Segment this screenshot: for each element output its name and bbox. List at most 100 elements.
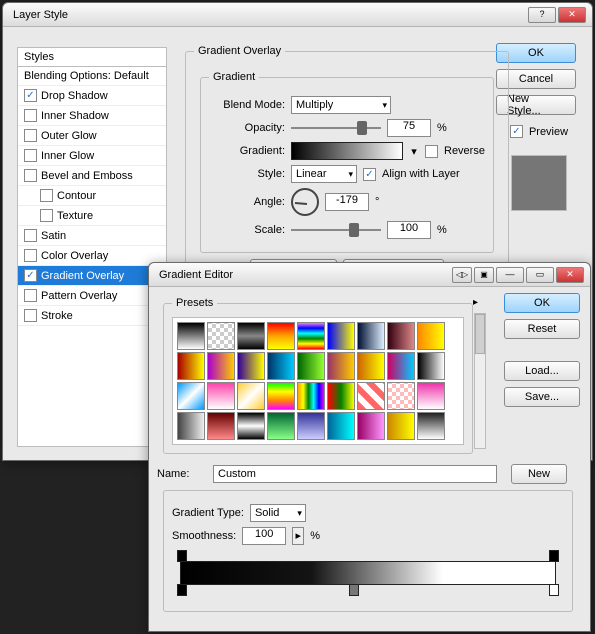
- help-button[interactable]: [528, 7, 556, 23]
- style-item-contour[interactable]: Contour: [18, 186, 166, 206]
- gradient-ramp[interactable]: [180, 561, 556, 585]
- preset-swatch[interactable]: [417, 322, 445, 350]
- preset-swatch[interactable]: [177, 352, 205, 380]
- preview-checkbox[interactable]: [510, 125, 523, 138]
- preset-swatch[interactable]: [357, 412, 385, 440]
- preset-swatch[interactable]: [267, 412, 295, 440]
- preset-swatch[interactable]: [237, 352, 265, 380]
- style-checkbox[interactable]: [24, 89, 37, 102]
- close-button[interactable]: [558, 7, 586, 23]
- angle-wheel[interactable]: [291, 188, 319, 216]
- preset-swatch[interactable]: [267, 352, 295, 380]
- blending-options-row[interactable]: Blending Options: Default: [18, 67, 166, 86]
- style-checkbox[interactable]: [24, 229, 37, 242]
- angle-input[interactable]: -179: [325, 193, 369, 211]
- maximize-button[interactable]: [526, 267, 554, 283]
- opacity-stop-start[interactable]: [177, 550, 187, 562]
- smoothness-input[interactable]: 100: [242, 527, 286, 545]
- preset-swatch[interactable]: [297, 382, 325, 410]
- preset-swatch[interactable]: [177, 412, 205, 440]
- preset-swatch[interactable]: [237, 412, 265, 440]
- style-item-inner-shadow[interactable]: Inner Shadow: [18, 106, 166, 126]
- preset-swatch[interactable]: [207, 352, 235, 380]
- style-checkbox[interactable]: [24, 309, 37, 322]
- new-button[interactable]: New: [511, 464, 567, 484]
- preset-swatch[interactable]: [207, 322, 235, 350]
- preset-swatch[interactable]: [327, 352, 355, 380]
- color-stop-end[interactable]: [549, 584, 559, 596]
- preset-swatch[interactable]: [357, 322, 385, 350]
- preset-swatch[interactable]: [417, 412, 445, 440]
- style-dropdown[interactable]: Linear: [291, 165, 357, 183]
- scale-input[interactable]: 100: [387, 221, 431, 239]
- reverse-checkbox[interactable]: [425, 145, 438, 158]
- editor-save-button[interactable]: Save...: [504, 387, 580, 407]
- preset-swatch[interactable]: [417, 382, 445, 410]
- preset-swatch[interactable]: [267, 322, 295, 350]
- scale-slider[interactable]: [291, 223, 381, 237]
- preset-swatch[interactable]: [387, 322, 415, 350]
- preset-swatch[interactable]: [177, 322, 205, 350]
- color-stop-start[interactable]: [177, 584, 187, 596]
- style-item-gradient-overlay[interactable]: Gradient Overlay: [18, 266, 166, 286]
- style-item-stroke[interactable]: Stroke: [18, 306, 166, 326]
- presets-scrollbar[interactable]: [474, 313, 486, 449]
- style-item-outer-glow[interactable]: Outer Glow: [18, 126, 166, 146]
- style-item-bevel-and-emboss[interactable]: Bevel and Emboss: [18, 166, 166, 186]
- chevron-down-icon[interactable]: ▾: [409, 145, 419, 158]
- style-item-satin[interactable]: Satin: [18, 226, 166, 246]
- preset-swatch[interactable]: [267, 382, 295, 410]
- preset-swatch[interactable]: [417, 352, 445, 380]
- style-checkbox[interactable]: [24, 169, 37, 182]
- preset-swatch[interactable]: [327, 322, 355, 350]
- preset-swatch[interactable]: [357, 352, 385, 380]
- align-checkbox[interactable]: [363, 168, 376, 181]
- opacity-stop-end[interactable]: [549, 550, 559, 562]
- preset-swatch[interactable]: [237, 382, 265, 410]
- gradient-type-dropdown[interactable]: Solid: [250, 504, 306, 522]
- pin-icon[interactable]: ▣: [474, 267, 494, 283]
- preset-swatch[interactable]: [357, 382, 385, 410]
- style-checkbox[interactable]: [24, 149, 37, 162]
- style-checkbox[interactable]: [24, 249, 37, 262]
- presets-menu-icon[interactable]: ▸: [473, 297, 478, 308]
- minimize-button[interactable]: [496, 267, 524, 283]
- preset-swatch[interactable]: [177, 382, 205, 410]
- style-item-pattern-overlay[interactable]: Pattern Overlay: [18, 286, 166, 306]
- opacity-input[interactable]: 75: [387, 119, 431, 137]
- close-button[interactable]: [556, 267, 584, 283]
- opacity-slider[interactable]: [291, 121, 381, 135]
- preset-swatch[interactable]: [297, 352, 325, 380]
- collapse-left-icon[interactable]: ◁▷: [452, 267, 472, 283]
- style-checkbox[interactable]: [24, 129, 37, 142]
- style-item-drop-shadow[interactable]: Drop Shadow: [18, 86, 166, 106]
- layer-style-titlebar[interactable]: Layer Style: [3, 3, 592, 27]
- style-checkbox[interactable]: [24, 109, 37, 122]
- color-stop-mid[interactable]: [349, 584, 359, 596]
- gradient-editor-titlebar[interactable]: Gradient Editor ◁▷ ▣: [149, 263, 590, 287]
- style-checkbox[interactable]: [24, 289, 37, 302]
- gradient-preview-dropdown[interactable]: [291, 142, 403, 160]
- preset-swatch[interactable]: [297, 412, 325, 440]
- preset-swatch[interactable]: [327, 382, 355, 410]
- blend-mode-dropdown[interactable]: Multiply: [291, 96, 391, 114]
- editor-reset-button[interactable]: Reset: [504, 319, 580, 339]
- preset-swatch[interactable]: [327, 412, 355, 440]
- preset-swatch[interactable]: [237, 322, 265, 350]
- preset-swatch[interactable]: [387, 382, 415, 410]
- preset-swatch[interactable]: [387, 352, 415, 380]
- preset-swatch[interactable]: [387, 412, 415, 440]
- styles-header[interactable]: Styles: [18, 48, 166, 67]
- preset-swatch[interactable]: [207, 382, 235, 410]
- style-checkbox[interactable]: [24, 269, 37, 282]
- style-item-inner-glow[interactable]: Inner Glow: [18, 146, 166, 166]
- style-item-color-overlay[interactable]: Color Overlay: [18, 246, 166, 266]
- style-item-texture[interactable]: Texture: [18, 206, 166, 226]
- smoothness-stepper-icon[interactable]: ▸: [292, 527, 304, 545]
- editor-load-button[interactable]: Load...: [504, 361, 580, 381]
- name-input[interactable]: [213, 465, 497, 483]
- style-checkbox[interactable]: [40, 189, 53, 202]
- preset-swatch[interactable]: [207, 412, 235, 440]
- editor-ok-button[interactable]: OK: [504, 293, 580, 313]
- preset-swatch[interactable]: [297, 322, 325, 350]
